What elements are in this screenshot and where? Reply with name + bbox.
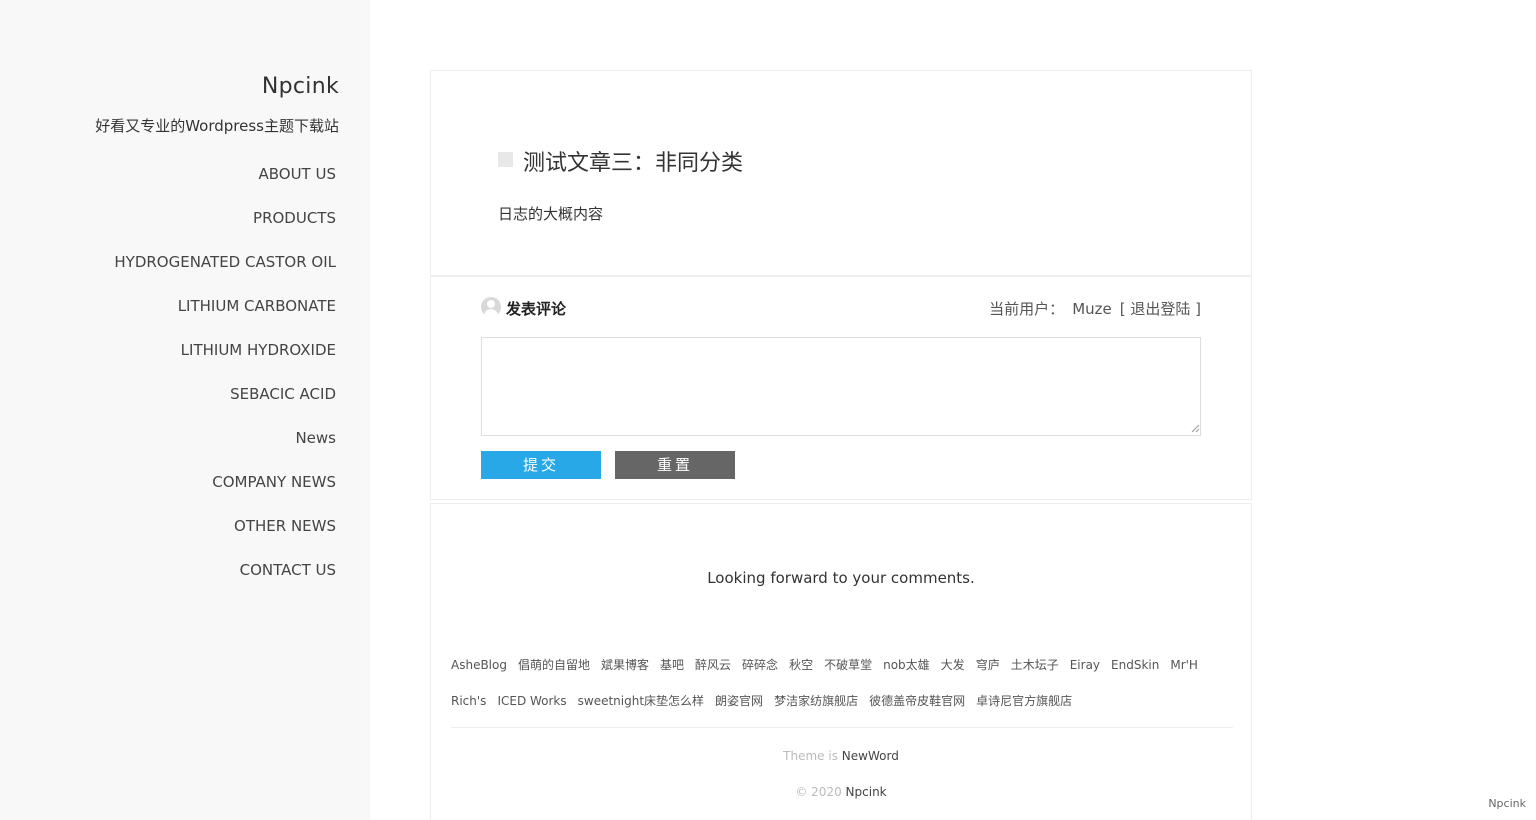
nav-item-lithium-carbonate[interactable]: LITHIUM CARBONATE: [178, 297, 336, 315]
friend-link[interactable]: 大发: [941, 658, 965, 672]
nav-item-other-news[interactable]: OTHER NEWS: [234, 517, 336, 535]
copyright-link[interactable]: Npcink: [846, 785, 887, 799]
friend-link[interactable]: 梦洁家纺旗舰店: [774, 694, 858, 708]
theme-credit-link[interactable]: NewWord: [842, 749, 899, 763]
friend-link[interactable]: sweetnight床垫怎么样: [578, 694, 704, 708]
post-title[interactable]: 测试文章三：非同分类: [523, 145, 743, 177]
site-title[interactable]: Npcink: [262, 74, 339, 99]
friend-link[interactable]: Rich's: [451, 694, 486, 708]
theme-credit: Theme is NewWord: [431, 749, 1251, 763]
nav-item-company-news[interactable]: COMPANY NEWS: [212, 473, 336, 491]
submit-button[interactable]: 提交: [481, 451, 601, 479]
site-description: 好看又专业的Wordpress主题下载站: [95, 117, 339, 135]
theme-credit-prefix: Theme is: [783, 749, 838, 763]
friend-link[interactable]: 醉风云: [695, 658, 731, 672]
friend-link[interactable]: 斌果博客: [601, 658, 649, 672]
nav-item-contact-us[interactable]: CONTACT US: [240, 561, 336, 579]
footer-divider: [451, 727, 1233, 728]
friend-link[interactable]: 倡萌的自留地: [518, 658, 590, 672]
post-card: 测试文章三：非同分类 日志的大概内容: [430, 70, 1252, 276]
friend-link[interactable]: EndSkin: [1111, 658, 1159, 672]
friend-links-row-1: AsheBlog 倡萌的自留地 斌果博客 基吧 醉风云 碎碎念 秋空 不破草堂 nob太雄 大发穹…: [451, 656, 1209, 673]
post-excerpt: 日志的大概内容: [498, 205, 604, 223]
reset-button[interactable]: 重置: [615, 451, 735, 479]
copyright-prefix: © 2020: [795, 785, 842, 799]
friend-link[interactable]: Mr'H: [1170, 658, 1198, 672]
current-user-name[interactable]: Muze: [1072, 300, 1112, 318]
comment-form: 发表评论 当前用户： Muze [ 退出登陆 ] 提交 重置: [430, 276, 1252, 500]
avatar-icon: [481, 297, 501, 317]
friend-link[interactable]: 朗姿官网: [715, 694, 763, 708]
friend-link[interactable]: Eiray: [1070, 658, 1100, 672]
friend-link[interactable]: 不破草堂: [824, 658, 872, 672]
friend-link[interactable]: 彼德盖帝皮鞋官网: [869, 694, 965, 708]
friend-link[interactable]: AsheBlog: [451, 658, 507, 672]
friend-link[interactable]: 土木坛子: [1011, 658, 1059, 672]
friend-link[interactable]: ICED Works: [497, 694, 566, 708]
nav-item-about-us[interactable]: ABOUT US: [258, 165, 336, 183]
resize-grip-icon[interactable]: [1191, 424, 1200, 433]
nav-item-news[interactable]: News: [295, 429, 336, 447]
friend-link[interactable]: nob太雄: [883, 658, 930, 672]
sidebar: Npcink 好看又专业的Wordpress主题下载站 ABOUT US PRO…: [0, 0, 370, 820]
friend-link[interactable]: 碎碎念: [742, 658, 778, 672]
logout-link[interactable]: [ 退出登陆 ]: [1120, 300, 1201, 318]
friend-link[interactable]: 卓诗尼官方旗舰店: [976, 694, 1072, 708]
comment-heading: 发表评论: [506, 300, 567, 318]
friend-link[interactable]: 基吧: [660, 658, 684, 672]
nav-item-hydrogenated-castor-oil[interactable]: HYDROGENATED CASTOR OIL: [114, 253, 336, 271]
friend-link[interactable]: 秋空: [789, 658, 813, 672]
friend-links-row-2: Rich's ICED Works sweetnight床垫怎么样 朗姿官网 梦洁家纺旗…: [451, 692, 1083, 709]
footer-card: Looking forward to your comments. AsheBl…: [430, 503, 1252, 820]
copyright: © 2020 Npcink: [431, 785, 1251, 799]
post-bullet-icon: [498, 152, 513, 167]
current-user-info: 当前用户： Muze [ 退出登陆 ]: [981, 298, 1201, 319]
current-user-label: 当前用户：: [989, 300, 1065, 318]
friend-link[interactable]: 穹庐: [976, 658, 1000, 672]
nav-item-lithium-hydroxide[interactable]: LITHIUM HYDROXIDE: [181, 341, 336, 359]
comment-textarea[interactable]: [481, 337, 1201, 436]
footer-tagline: Looking forward to your comments.: [707, 569, 975, 587]
nav-item-products[interactable]: PRODUCTS: [253, 209, 336, 227]
nav-item-sebacic-acid[interactable]: SEBACIC ACID: [230, 385, 336, 403]
corner-label: Npcink: [1488, 797, 1526, 810]
